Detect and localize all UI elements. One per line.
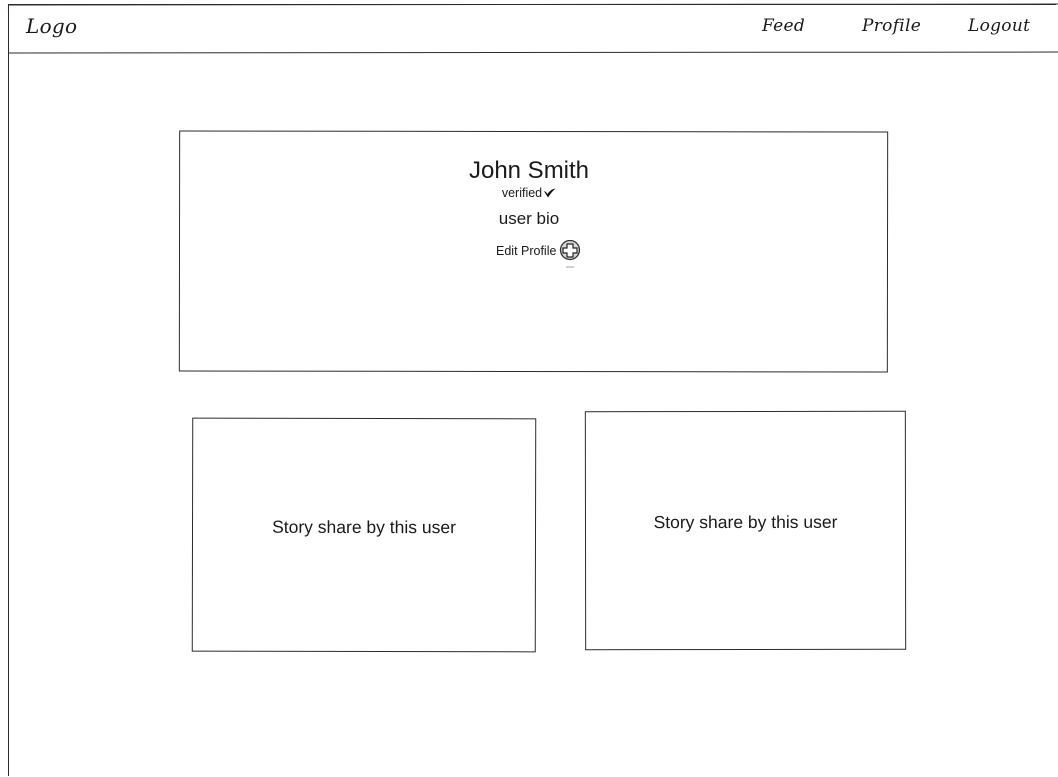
user-bio: user bio: [498, 209, 560, 228]
nav-feed-link[interactable]: Feed: [762, 16, 805, 36]
verified-label: verified: [501, 186, 543, 200]
story-card[interactable]: Story share by this user: [584, 410, 907, 651]
nav-profile-link[interactable]: Profile: [862, 16, 921, 36]
story-label: Story share by this user: [653, 511, 838, 533]
page-frame: [8, 4, 1056, 776]
checkmark-icon: [543, 187, 556, 198]
verified-badge: verified: [0, 186, 1058, 200]
plus-circle-icon[interactable]: [559, 239, 581, 270]
story-card[interactable]: Story share by this user: [191, 417, 537, 653]
logo[interactable]: Logo: [26, 14, 77, 38]
story-label: Story share by this user: [272, 516, 456, 537]
nav-logout-link[interactable]: Logout: [968, 16, 1030, 36]
edit-profile-button[interactable]: Edit Profile: [496, 236, 581, 268]
profile-name: John Smith: [468, 157, 590, 184]
edit-profile-label: Edit Profile: [496, 244, 557, 258]
